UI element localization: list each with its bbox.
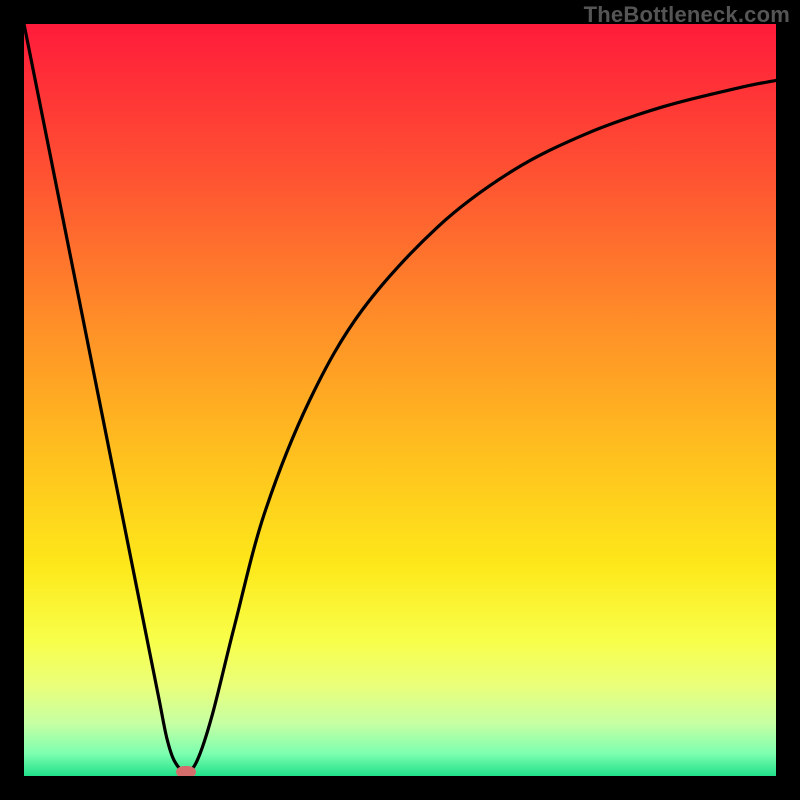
optimum-marker	[176, 766, 196, 776]
bottleneck-curve	[24, 24, 776, 776]
attribution-label: TheBottleneck.com	[584, 2, 790, 28]
plot-area	[24, 24, 776, 776]
chart-frame: TheBottleneck.com	[0, 0, 800, 800]
